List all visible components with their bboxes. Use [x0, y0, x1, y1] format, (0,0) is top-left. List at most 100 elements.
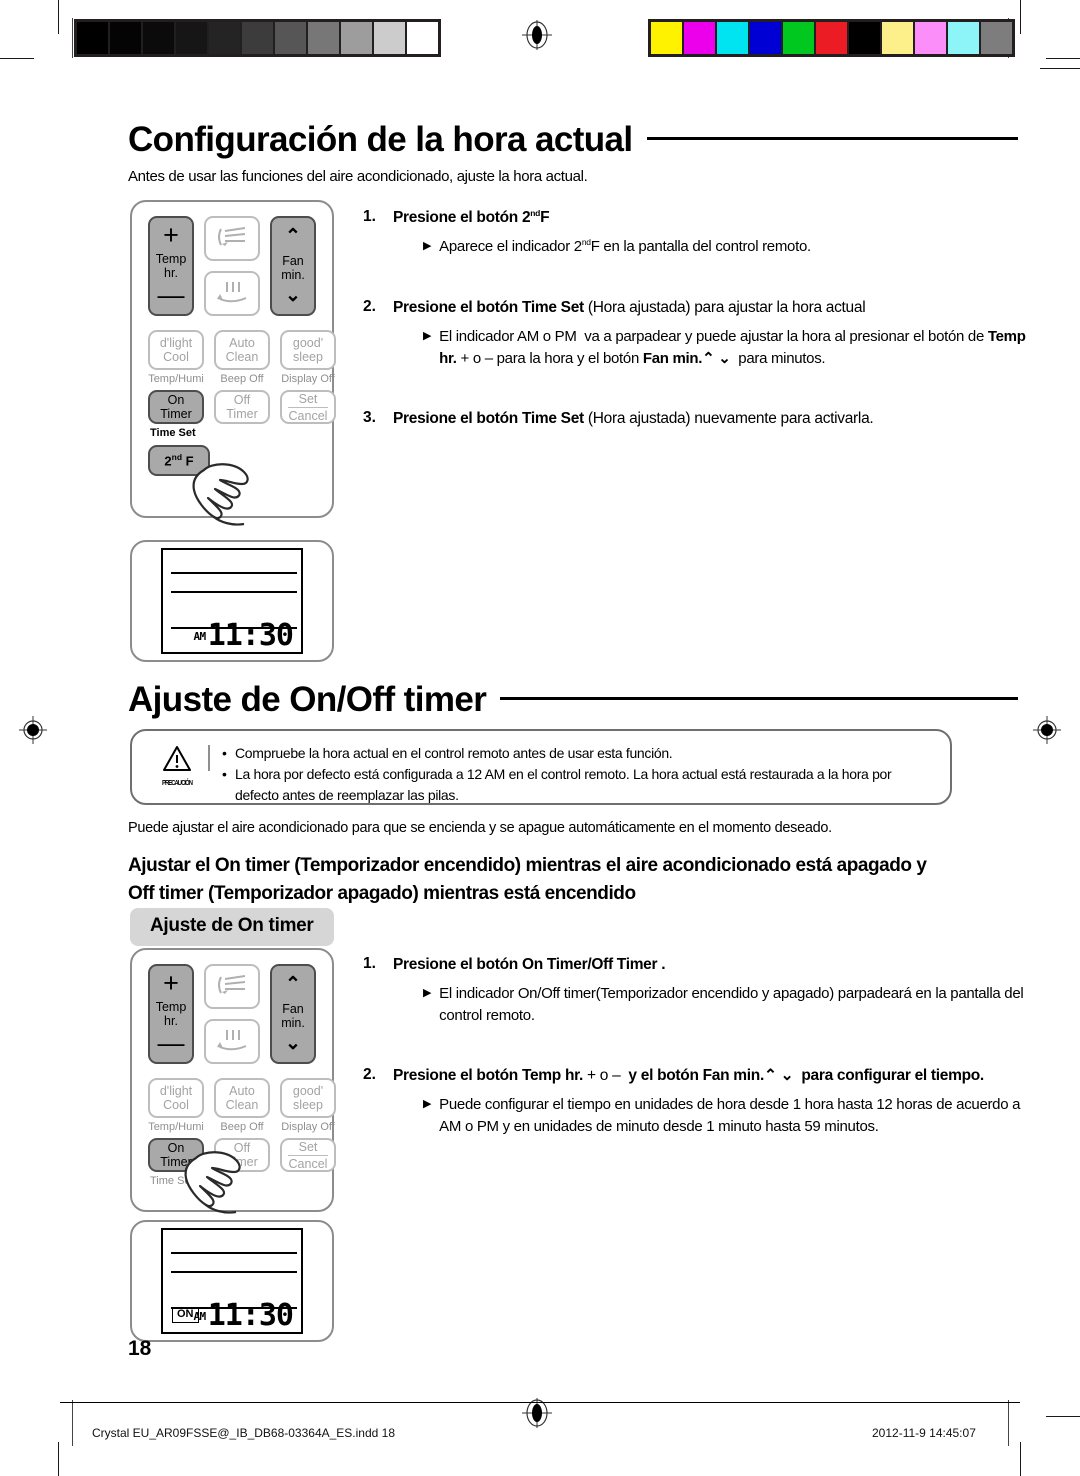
grayscale-swatch [407, 22, 438, 54]
on-timer-button[interactable]: On Timer [148, 1138, 204, 1172]
crop-mark-bl-v [58, 1442, 60, 1476]
crop-mark-tr-v [1020, 0, 1022, 34]
caution-bullets: • Compruebe la hora actual en el control… [222, 743, 934, 803]
temp-hr-button[interactable]: + Temp hr. — [148, 964, 194, 1064]
min-label: min. [281, 268, 305, 282]
caution-box: PRECAUCIÓN • Compruebe la hora actual en… [130, 729, 952, 805]
step-bullet: ▶ El indicador On/Off timer(Temporizador… [423, 983, 1035, 1027]
off-label: Off [233, 1141, 251, 1155]
bullet-text: Puede configurar el tiempo en unidades d… [439, 1096, 1021, 1136]
on-timer-section-pill: Ajuste de On timer [130, 908, 334, 946]
swing-down-button[interactable] [204, 271, 260, 316]
time-set-caption: Time Set [150, 427, 196, 439]
registration-mark-right [1032, 715, 1062, 745]
step-bullet: ▶ Puede configurar el tiempo en unidades… [423, 1094, 1035, 1138]
bullet-text: Aparece el indicador 2ndF en la pantalla… [439, 237, 811, 256]
color-swatch [882, 22, 913, 54]
crop-mark-right-a [1040, 68, 1080, 70]
swing-down-icon [214, 280, 250, 307]
lcd-time-digits: 11:30 [207, 617, 294, 653]
second-function-label: 2nd F [164, 451, 194, 468]
color-swatch [849, 22, 880, 54]
display-off-caption: Display Off [281, 1121, 335, 1133]
heading-rule [646, 136, 1018, 140]
lcd-divider-2 [171, 1271, 297, 1273]
page-number: 18 [128, 1337, 152, 1360]
sleep-label: sleep [293, 1098, 323, 1112]
footer-filename: Crystal EU_AR09FSSE@_IB_DB68-03364A_ES.i… [92, 1426, 396, 1440]
off-timer-button[interactable]: Off Timer [214, 390, 270, 424]
crop-mark-tr-h [1046, 58, 1080, 60]
set-cancel-button[interactable]: Set Cancel [280, 1138, 336, 1172]
minus-icon: — [157, 1028, 185, 1058]
lcd-divider-2 [171, 591, 297, 593]
dlight-cool-button[interactable]: d'light Cool [148, 330, 204, 370]
auto-clean-button[interactable]: Auto Clean [214, 1078, 270, 1118]
warning-triangle-icon [163, 746, 191, 771]
section1-steps: 1. Presione el botón 2ndF ▶ Aparece el i… [363, 208, 1035, 434]
on-label: On [167, 1141, 185, 1155]
good-sleep-button[interactable]: good' sleep [280, 1078, 336, 1118]
on-label: On [167, 393, 185, 407]
crop-mark-br-v [1020, 1442, 1022, 1476]
step-item: 1. Presione el botón On Timer/Off Timer … [363, 955, 1035, 1028]
step-number: 3. [363, 409, 376, 427]
color-swatch [717, 22, 748, 54]
dlight-cool-button[interactable]: d'light Cool [148, 1078, 204, 1118]
color-swatch [750, 22, 781, 54]
cancel-label: Cancel [288, 406, 328, 423]
good-label: good' [292, 336, 324, 350]
color-swatch [948, 22, 979, 54]
swing-down-button[interactable] [204, 1019, 260, 1064]
lcd-display-panel-2: ON AM 11:30 [130, 1220, 334, 1342]
trim-bar-left-bottom [72, 1400, 74, 1446]
off-timer-label: Timer [226, 407, 258, 421]
grayscale-swatch [275, 22, 306, 54]
cool-label: Cool [163, 1098, 189, 1112]
clean-label: Clean [225, 1098, 259, 1112]
caution-text: La hora por defecto está configurada a 1… [235, 766, 892, 803]
set-cancel-button[interactable]: Set Cancel [280, 390, 336, 424]
fan-min-button[interactable]: ⌃ Fan min. ⌄ [270, 964, 316, 1064]
chevron-down-icon: ⌄ [285, 285, 301, 306]
temp-label: Temp [155, 1000, 187, 1014]
on-timer-button[interactable]: On Timer [148, 390, 204, 424]
grayscale-swatch [143, 22, 174, 54]
swing-up-button[interactable] [204, 964, 260, 1009]
step-title: Presione el botón On Timer/Off Timer . [393, 956, 666, 973]
lcd-screen-2: ON AM 11:30 [161, 1228, 303, 1334]
temp-hr-button[interactable]: + Temp hr. — [148, 216, 194, 316]
plus-icon: + [163, 220, 179, 251]
good-label: good' [292, 1084, 324, 1098]
hr-label: hr. [164, 266, 178, 280]
beep-off-caption: Beep Off [220, 1121, 264, 1133]
chevron-up-icon: ⌃ [285, 225, 301, 247]
off-label: Off [233, 393, 251, 407]
swing-up-button[interactable] [204, 216, 260, 261]
triangle-bullet-icon: ▶ [423, 986, 432, 999]
grayscale-swatch [176, 22, 207, 54]
dlight-label: d'light [159, 1084, 193, 1098]
grayscale-swatch [341, 22, 372, 54]
lcd-time-readout-1: AM 11:30 [193, 617, 294, 653]
second-function-button[interactable]: 2nd F [148, 445, 210, 476]
step-number: 1. [363, 955, 376, 972]
auto-clean-button[interactable]: Auto Clean [214, 330, 270, 370]
color-swatch [651, 22, 682, 54]
color-swatch [783, 22, 814, 54]
step-bullet: ▶ Aparece el indicador 2ndF en la pantal… [423, 236, 1035, 258]
fan-min-button[interactable]: ⌃ Fan min. ⌄ [270, 216, 316, 316]
good-sleep-button[interactable]: good' sleep [280, 330, 336, 370]
chevron-down-icon: ⌄ [285, 1033, 301, 1054]
triangle-bullet-icon: ▶ [423, 240, 432, 253]
color-swatch [684, 22, 715, 54]
grayscale-swatch [77, 22, 108, 54]
color-swatch [816, 22, 847, 54]
lcd-ampm-indicator: AM [193, 630, 206, 643]
swing-up-icon [214, 973, 250, 1000]
off-timer-button[interactable]: Off Timer [214, 1138, 270, 1172]
lcd-screen-1: AM 11:30 [161, 548, 303, 654]
sleep-label: sleep [293, 350, 323, 364]
step-bullet: ▶ El indicador AM o PM va a parpadear y … [423, 326, 1035, 370]
dot-bullet-icon: • [222, 745, 227, 761]
